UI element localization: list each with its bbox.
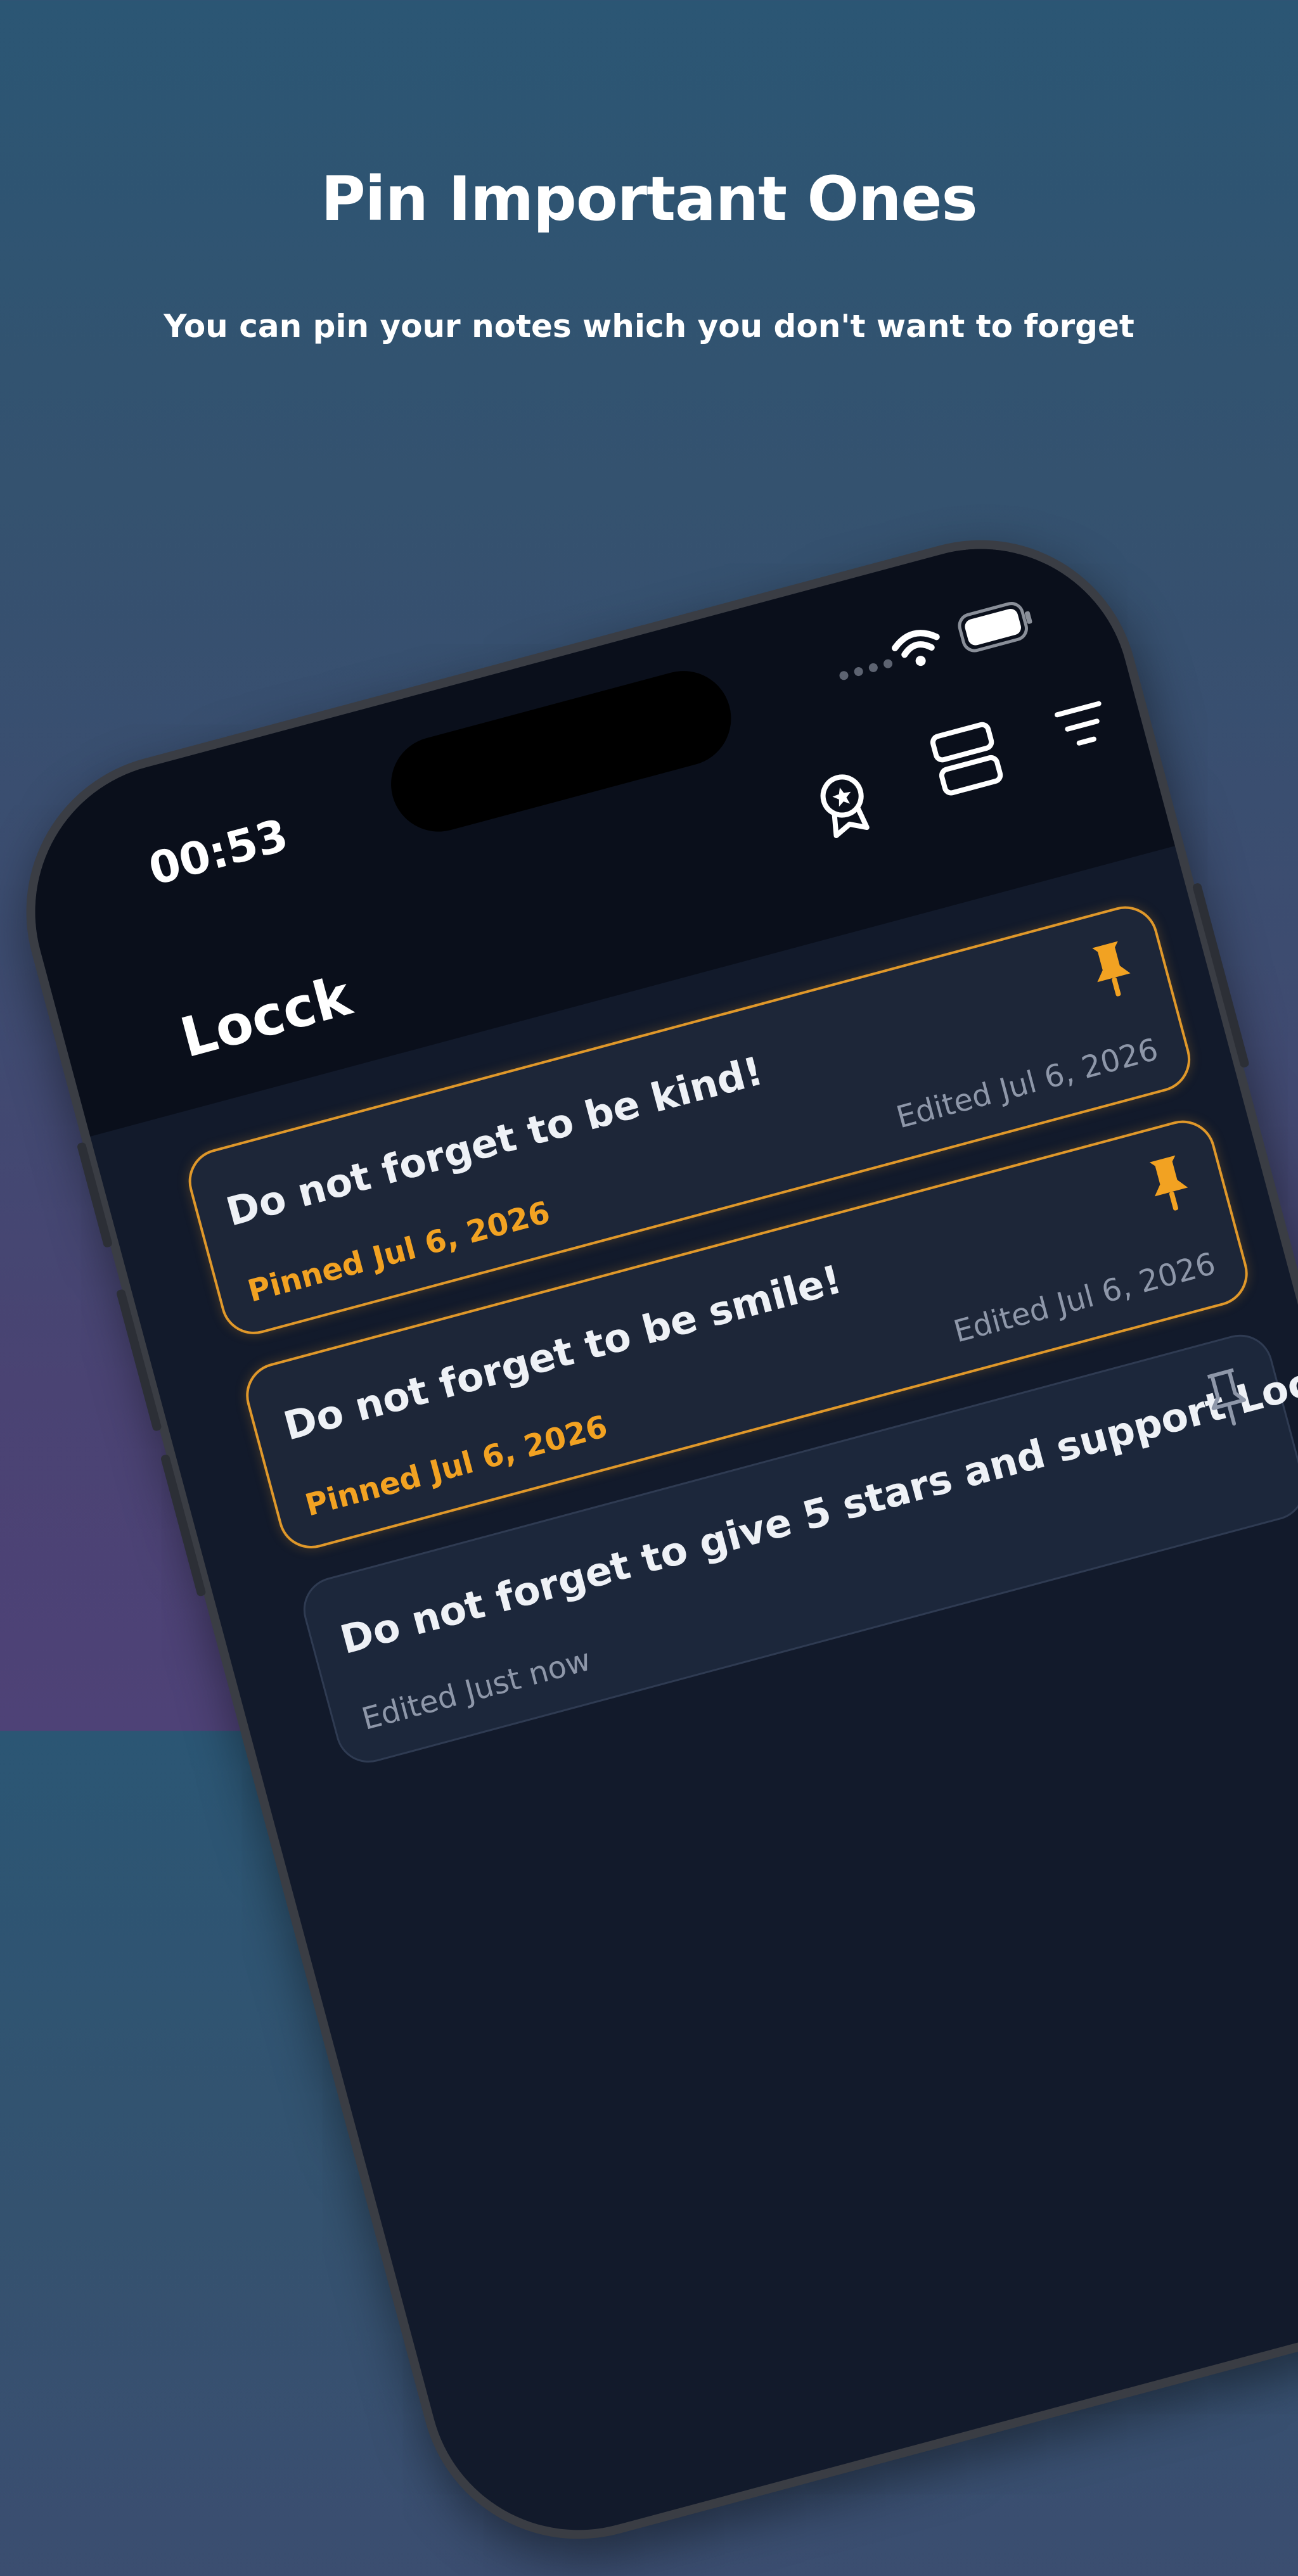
note-edited-date: Edited Jul 6, 2026 [950, 1246, 1219, 1350]
cellular-signal-icon [838, 658, 894, 681]
layout-toggle-icon[interactable] [927, 718, 1006, 798]
status-time: 00:53 [143, 808, 293, 896]
wifi-icon [892, 630, 940, 666]
battery-icon [958, 602, 1032, 653]
phone-mockup: 00:53 Locck Do not forget to be kind! Pi… [0, 504, 1298, 2575]
award-icon[interactable] [808, 765, 880, 844]
pin-icon[interactable] [1086, 937, 1139, 1004]
promo-headline: Pin Important Ones [321, 163, 977, 234]
promo-subheadline: You can pin your notes which you don't w… [164, 308, 1134, 345]
note-edited-date: Edited Jul 6, 2026 [892, 1031, 1162, 1136]
sort-icon[interactable] [1051, 696, 1114, 758]
pin-icon[interactable] [1143, 1151, 1196, 1218]
app-title: Locck [174, 964, 358, 1071]
note-edited-date: Edited Just now [358, 1642, 594, 1737]
